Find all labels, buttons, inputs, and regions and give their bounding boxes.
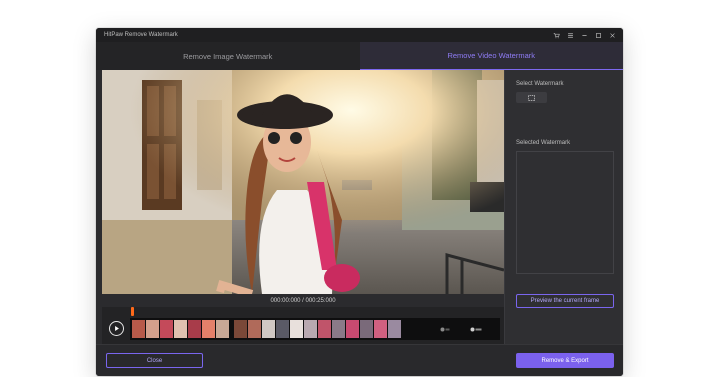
app-title: HitPaw Remove Watermark — [104, 32, 178, 38]
select-watermark-tool[interactable] — [516, 92, 547, 103]
thumbnail — [216, 320, 229, 338]
tab-remove-video-watermark[interactable]: Remove Video Watermark — [359, 42, 623, 70]
thumbnail — [132, 320, 145, 338]
thumbnail — [318, 320, 331, 338]
mode-tabs: Remove Image Watermark Remove Video Wate… — [96, 42, 623, 70]
select-watermark-label: Select Watermark — [516, 81, 564, 87]
playhead-handle[interactable] — [131, 307, 134, 316]
title-bar: HitPaw Remove Watermark — [96, 28, 623, 42]
close-button[interactable]: Close — [106, 353, 203, 368]
video-preview[interactable] — [102, 70, 504, 294]
cart-icon[interactable] — [549, 28, 563, 42]
thumbnail — [146, 320, 159, 338]
menu-icon[interactable] — [563, 28, 577, 42]
thumbnail — [248, 320, 261, 338]
selected-watermark-label: Selected Watermark — [516, 140, 571, 146]
thumbnail — [276, 320, 289, 338]
play-icon — [115, 326, 119, 331]
thumbnail-strip[interactable] — [130, 318, 500, 340]
end-logo-mark — [440, 327, 450, 333]
thumbnail — [304, 320, 317, 338]
thumbnail — [174, 320, 187, 338]
thumbnail — [332, 320, 345, 338]
thumbnail — [388, 320, 401, 338]
thumbnail — [234, 320, 247, 338]
thumbnail — [374, 320, 387, 338]
thumbnail — [188, 320, 201, 338]
watermark-panel: Select Watermark Selected Watermark Prev… — [504, 70, 623, 344]
tab-remove-image-watermark[interactable]: Remove Image Watermark — [96, 42, 360, 70]
thumbnail — [360, 320, 373, 338]
maximize-icon[interactable] — [591, 28, 605, 42]
time-display: 000:00:000 / 000:25:000 — [270, 298, 336, 304]
preview-current-frame-button[interactable]: Preview the current frame — [516, 294, 614, 308]
app-window: HitPaw Remove Watermark Remove Image Wat… — [96, 28, 623, 376]
bottom-bar: Close Remove & Export — [96, 344, 623, 376]
timeline[interactable] — [102, 307, 504, 344]
end-logo-mark — [470, 327, 482, 333]
remove-export-button[interactable]: Remove & Export — [516, 353, 614, 368]
play-button[interactable] — [109, 321, 124, 336]
thumbnail — [202, 320, 215, 338]
thumbnail — [290, 320, 303, 338]
thumbnail — [262, 320, 275, 338]
video-frame-image — [102, 70, 504, 294]
minimize-icon[interactable] — [577, 28, 591, 42]
close-icon[interactable] — [605, 28, 619, 42]
thumbnail — [346, 320, 359, 338]
thumbnail — [160, 320, 173, 338]
selected-watermark-list — [516, 151, 614, 274]
rectangle-select-icon — [528, 94, 535, 101]
